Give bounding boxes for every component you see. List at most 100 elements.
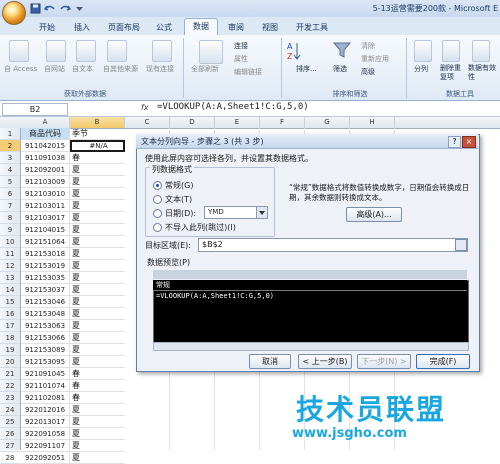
remove-duplicates-button[interactable]: 删除重复项 — [440, 64, 462, 82]
cell-a[interactable]: 912153037 — [21, 284, 70, 296]
radio-date[interactable] — [153, 209, 162, 218]
row-header[interactable]: 21 — [0, 368, 20, 380]
other-sources-icon[interactable] — [107, 40, 127, 62]
cell-b[interactable]: 夏 — [70, 200, 125, 212]
cell-a[interactable]: 921091045 — [21, 368, 70, 380]
row-header[interactable]: 20 — [0, 356, 20, 368]
cell-b[interactable]: 春 — [70, 392, 125, 404]
cell-a[interactable]: 912103010 — [21, 188, 70, 200]
cell-a[interactable]: 912104015 — [21, 224, 70, 236]
cell-b[interactable]: 夏 — [70, 224, 125, 236]
from-web-button[interactable]: 自网站 — [44, 64, 65, 74]
row-header[interactable]: 11 — [0, 248, 20, 260]
cell-b[interactable]: 夏 — [70, 248, 125, 260]
cell-b-selected[interactable]: #N/A — [70, 140, 125, 152]
radio-skip-column[interactable] — [153, 223, 162, 232]
existing-connections-icon[interactable] — [152, 40, 172, 62]
tab-page-layout[interactable]: 页面布局 — [104, 20, 144, 35]
column-header-d[interactable]: D — [170, 117, 215, 128]
row-header[interactable]: 27 — [0, 440, 20, 452]
column-header-g[interactable]: G — [305, 117, 350, 128]
row-header[interactable]: 25 — [0, 416, 20, 428]
cell-a[interactable]: 912103009 — [21, 176, 70, 188]
properties-button[interactable]: 属性 — [234, 54, 248, 64]
row-header[interactable]: 9 — [0, 224, 20, 236]
radio-text[interactable] — [153, 195, 162, 204]
help-button[interactable]: ? — [448, 136, 461, 148]
cell-a[interactable]: 912092001 — [21, 164, 70, 176]
close-button[interactable]: × — [462, 136, 476, 148]
cell-a[interactable]: 912153063 — [21, 320, 70, 332]
cell-b[interactable]: 夏 — [70, 332, 125, 344]
cell-b[interactable]: 夏 — [70, 308, 125, 320]
column-header-h[interactable]: H — [350, 117, 395, 128]
cell-b[interactable]: 夏 — [70, 272, 125, 284]
chevron-down-icon[interactable] — [256, 207, 267, 218]
row-header[interactable]: 15 — [0, 296, 20, 308]
web-icon[interactable] — [46, 40, 66, 62]
cancel-button[interactable]: 取消 — [249, 354, 291, 369]
radio-date-label[interactable]: 日期(D): — [165, 208, 196, 219]
filter-button[interactable]: 筛选 — [333, 64, 347, 74]
cell-b[interactable]: 夏 — [70, 428, 125, 440]
existing-connections-button[interactable]: 现有连接 — [146, 64, 174, 74]
radio-general-label[interactable]: 常规(G) — [165, 180, 193, 191]
cell-a[interactable]: 922013017 — [21, 416, 70, 428]
sort-az-icon[interactable]: AZ — [287, 40, 301, 62]
row-header[interactable]: 14 — [0, 284, 20, 296]
cell-a[interactable]: 912153089 — [21, 344, 70, 356]
tab-home[interactable]: 开始 — [34, 20, 60, 35]
cell-a[interactable]: 912153018 — [21, 248, 70, 260]
column-header-f[interactable]: F — [260, 117, 305, 128]
row-header[interactable]: 6 — [0, 188, 20, 200]
row-header[interactable]: 22 — [0, 380, 20, 392]
row-header[interactable]: 5 — [0, 176, 20, 188]
formula-input[interactable]: =VLOOKUP(A:A,Sheet1!C:G,5,0) — [157, 102, 309, 112]
refresh-all-icon[interactable] — [199, 40, 223, 64]
cell-a[interactable]: 912153035 — [21, 272, 70, 284]
cell-b[interactable]: 夏 — [70, 284, 125, 296]
row-header[interactable]: 10 — [0, 236, 20, 248]
cell-b[interactable]: 夏 — [70, 236, 125, 248]
clear-filter-button[interactable]: 清除 — [361, 41, 375, 51]
cell-a[interactable]: 922012016 — [21, 404, 70, 416]
access-icon[interactable] — [9, 40, 29, 62]
sort-button[interactable]: 排序... — [296, 64, 317, 74]
cell-a[interactable]: 911091038 — [21, 152, 70, 164]
row-header[interactable]: 12 — [0, 260, 20, 272]
insert-function-icon[interactable]: fx — [141, 103, 149, 112]
office-button[interactable] — [2, 1, 26, 25]
advanced-filter-button[interactable]: 高级 — [361, 67, 375, 77]
cell-a[interactable]: 921101074 — [21, 380, 70, 392]
tab-view[interactable]: 视图 — [258, 20, 282, 35]
cell-b[interactable]: 春 — [70, 368, 125, 380]
from-access-button[interactable]: 自 Access — [4, 64, 37, 74]
tab-formulas[interactable]: 公式 — [152, 20, 176, 35]
advanced-button[interactable]: 高级(A)... — [346, 207, 402, 222]
collapse-dialog-icon[interactable] — [455, 239, 467, 251]
cell-b[interactable]: 夏 — [70, 404, 125, 416]
cell-b[interactable]: 夏 — [70, 440, 125, 452]
finish-button[interactable]: 完成(F) — [416, 354, 470, 369]
cell-a[interactable]: 912153066 — [21, 332, 70, 344]
cell-a[interactable]: 912153046 — [21, 296, 70, 308]
row-header[interactable]: 18 — [0, 332, 20, 344]
filter-icon[interactable] — [332, 41, 352, 59]
row-header[interactable]: 16 — [0, 308, 20, 320]
radio-skip-column-label[interactable]: 不导入此列(跳过)(I) — [165, 222, 236, 233]
row-header[interactable]: 13 — [0, 272, 20, 284]
row-header[interactable]: 17 — [0, 320, 20, 332]
cell-b[interactable]: 夏 — [70, 188, 125, 200]
text-to-columns-icon[interactable] — [414, 40, 432, 62]
redo-icon[interactable] — [60, 3, 72, 14]
cell-b[interactable]: 夏 — [70, 356, 125, 368]
cell-b[interactable]: 夏 — [70, 320, 125, 332]
cell-a[interactable]: 911042015 — [21, 140, 70, 152]
cell-b[interactable]: 春 — [70, 380, 125, 392]
radio-general[interactable] — [153, 181, 162, 190]
text-file-icon[interactable] — [76, 40, 96, 62]
tab-developer[interactable]: 开发工具 — [292, 20, 332, 35]
cell-b[interactable]: 夏 — [70, 212, 125, 224]
cell-b[interactable]: 夏 — [70, 416, 125, 428]
cell-a[interactable]: 922091058 — [21, 428, 70, 440]
